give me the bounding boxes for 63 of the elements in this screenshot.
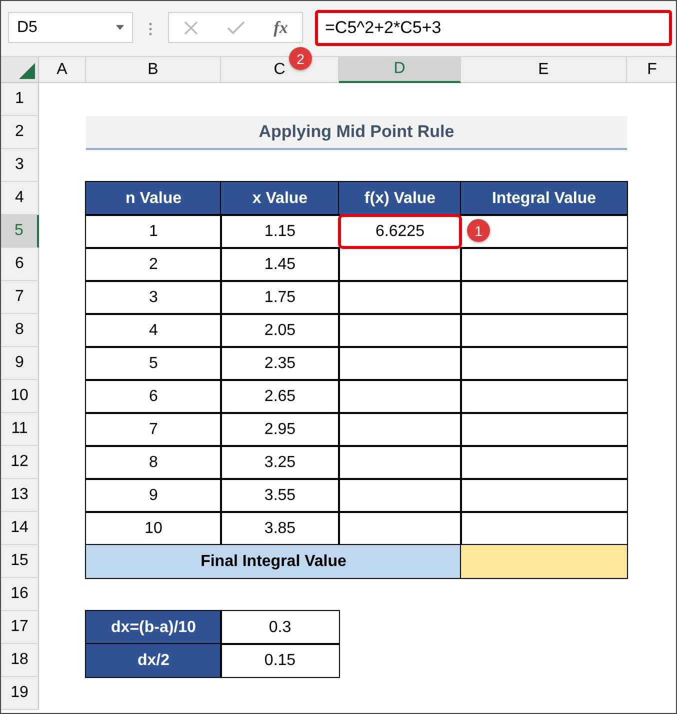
table-cell: 3 [86, 281, 221, 314]
row-header[interactable]: 19 [1, 677, 39, 710]
drag-handle-icon [149, 22, 152, 36]
row-header[interactable]: 11 [1, 413, 39, 446]
column-heading: f(x) Value [339, 182, 461, 215]
footer-label: Final Integral Value [86, 545, 461, 578]
row-header[interactable]: 2 [1, 116, 39, 149]
row-header[interactable]: 8 [1, 314, 39, 347]
sheet-title: Applying Mid Point Rule [86, 116, 627, 150]
step-label: dx/2 [86, 644, 221, 677]
table-cell: 7 [86, 413, 221, 446]
row-header[interactable]: 9 [1, 347, 39, 380]
table-cell: 2 [86, 248, 221, 281]
column-heading: x Value [221, 182, 339, 215]
table-cell: 9 [86, 479, 221, 512]
select-all-button[interactable] [1, 57, 39, 83]
row-header[interactable]: 3 [1, 149, 39, 182]
insert-function-button[interactable]: fx [274, 18, 288, 38]
column-header[interactable]: E [461, 57, 627, 83]
row-header[interactable]: 16 [1, 578, 39, 611]
table-cell: 1 [86, 215, 221, 248]
step-label: dx=(b-a)/10 [86, 611, 221, 644]
column-header[interactable]: F [627, 57, 676, 83]
table-cell: 2.05 [221, 314, 339, 347]
column-heading: Integral Value [461, 182, 627, 215]
row-header[interactable]: 10 [1, 380, 39, 413]
table-cell: 10 [86, 512, 221, 545]
table-cell: 6.6225 [339, 215, 461, 248]
table-cell: 3.55 [221, 479, 339, 512]
table-cell: 4 [86, 314, 221, 347]
table-cell: 5 [86, 347, 221, 380]
column-heading: n Value [86, 182, 221, 215]
table-cell: 2.65 [221, 380, 339, 413]
table-cell: 6 [86, 380, 221, 413]
caret-icon[interactable] [116, 25, 124, 30]
row-header[interactable]: 1 [1, 83, 39, 116]
name-box[interactable]: D5 [8, 12, 133, 43]
row-header[interactable]: 5 [1, 215, 39, 248]
table-cell: 2.35 [221, 347, 339, 380]
step-value: 0.3 [221, 611, 339, 644]
table-cell: 1.75 [221, 281, 339, 314]
row-header[interactable]: 6 [1, 248, 39, 281]
step-value: 0.15 [221, 644, 339, 677]
table-cell: 3.85 [221, 512, 339, 545]
row-header[interactable]: 7 [1, 281, 39, 314]
column-header[interactable]: B [86, 57, 221, 83]
table-cell: 3.25 [221, 446, 339, 479]
row-header[interactable]: 12 [1, 446, 39, 479]
select-all-icon[interactable] [19, 63, 35, 79]
row-header[interactable]: 14 [1, 512, 39, 545]
table-cell: 8 [86, 446, 221, 479]
row-header[interactable]: 13 [1, 479, 39, 512]
column-header[interactable]: A [39, 57, 86, 83]
row-header[interactable]: 17 [1, 611, 39, 644]
row-header[interactable]: 18 [1, 644, 39, 677]
row-header[interactable]: 15 [1, 545, 39, 578]
table-cell: 1.45 [221, 248, 339, 281]
table-cell: 1.15 [221, 215, 339, 248]
formula-bar[interactable]: =C5^2+2*C5+3 [315, 10, 672, 46]
step-badge: 1 [467, 219, 490, 242]
column-header[interactable]: D [339, 57, 461, 83]
table-cell: 2.95 [221, 413, 339, 446]
row-header[interactable]: 4 [1, 182, 39, 215]
